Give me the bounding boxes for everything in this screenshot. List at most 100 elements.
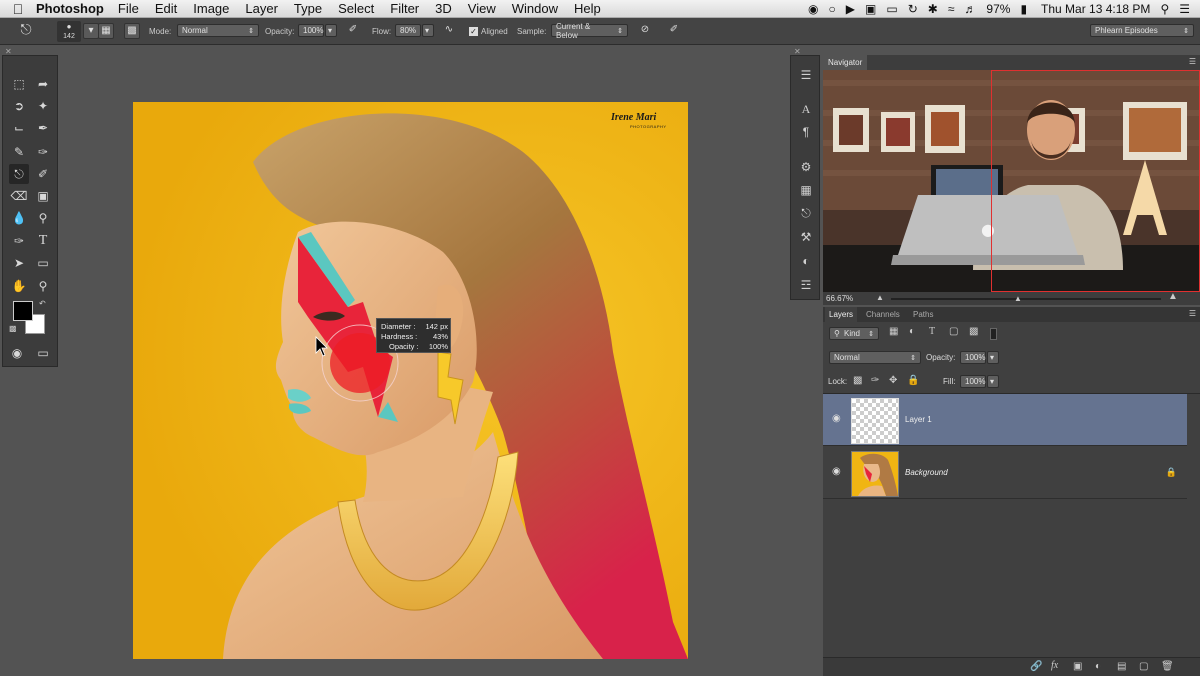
properties-panel-icon[interactable]: ☲ (796, 276, 816, 294)
default-colors-icon[interactable]: ▩ (9, 324, 17, 333)
bluetooth-icon[interactable]: ✱ (928, 2, 938, 16)
lock-position-icon[interactable]: ✥ (889, 375, 897, 386)
dodge-tool-icon[interactable]: ⚲ (33, 208, 53, 228)
camera-icon[interactable]: ▣ (865, 2, 876, 16)
blur-tool-icon[interactable]: 💧 (9, 208, 29, 228)
layer-row-layer-1[interactable]: ◉ Layer 1 (823, 394, 1187, 446)
zoom-in-icon[interactable]: ▲ (1168, 291, 1178, 302)
lock-transparent-icon[interactable]: ▩ (853, 375, 862, 386)
rectangle-tool-icon[interactable]: ▭ (33, 253, 53, 273)
opacity-input[interactable]: 100% (298, 24, 324, 37)
notification-center-icon[interactable]: ☰ (1179, 2, 1190, 16)
tool-presets-panel-icon[interactable]: ⚒ (796, 228, 816, 246)
screen-record-icon[interactable]: ▶ (846, 2, 855, 16)
airplay-icon[interactable]: ▭ (886, 2, 897, 16)
creative-cloud-icon[interactable]: ○ (829, 2, 836, 16)
filter-toggle-switch[interactable] (990, 328, 997, 340)
aligned-checkbox[interactable]: ✓ Aligned (469, 24, 508, 39)
battery-percent[interactable]: 97% (986, 2, 1010, 16)
battery-icon[interactable]: ▮ (1020, 2, 1027, 16)
swatches-panel-icon[interactable]: ▦ (796, 181, 816, 199)
toggle-clone-source-panel-icon[interactable]: ▩ (124, 23, 140, 39)
history-brush-tool-icon[interactable]: ✐ (33, 164, 53, 184)
filter-adjustment-icon[interactable]: ◐ (909, 326, 915, 337)
menu-file[interactable]: File (118, 1, 139, 16)
clock[interactable]: Thu Mar 13 4:18 PM (1041, 2, 1150, 16)
layer-name[interactable]: Background (905, 468, 948, 477)
visibility-eye-icon[interactable]: ◉ (832, 413, 841, 424)
zoom-slider-thumb[interactable]: ▲ (1014, 294, 1022, 303)
zoom-tool-icon[interactable]: ⚲ (33, 276, 53, 296)
new-adjustment-layer-icon[interactable]: ◐ (1095, 661, 1101, 672)
link-layers-icon[interactable]: 🔗 (1030, 661, 1042, 672)
airbrush-icon[interactable]: ∿ (441, 23, 457, 39)
zoom-out-icon[interactable]: ▲ (876, 293, 884, 302)
screen-mode-icon[interactable]: ▭ (33, 343, 53, 363)
swap-colors-icon[interactable]: ↶ (39, 299, 46, 308)
pressure-opacity-icon[interactable]: ✐ (345, 23, 361, 39)
layer-style-icon[interactable]: fx (1051, 660, 1058, 671)
time-machine-icon[interactable]: ↻ (908, 2, 918, 16)
document-canvas[interactable]: Irene Mari PHOTOGRAPHY (133, 102, 688, 659)
navigator-tab[interactable]: Navigator (823, 55, 868, 70)
new-layer-icon[interactable]: ▢ (1139, 661, 1148, 672)
move-tool-icon[interactable]: ➦ (33, 74, 53, 94)
menu-filter[interactable]: Filter (390, 1, 419, 16)
brush-picker-dropdown-icon[interactable]: ▾ (83, 23, 99, 39)
opacity-dropdown[interactable]: ▾ (325, 24, 337, 37)
quick-mask-icon[interactable]: ◉ (7, 343, 27, 363)
spotlight-search-icon[interactable]: ⚲ (1160, 2, 1169, 16)
menu-select[interactable]: Select (338, 1, 374, 16)
workspace-switcher[interactable]: Phlearn Episodes ⇕ (1090, 24, 1194, 37)
path-selection-tool-icon[interactable]: ➤ (9, 253, 29, 273)
layer-filter-kind-select[interactable]: ⚲ Kind ⇕ (829, 327, 879, 340)
tab-paths[interactable]: Paths (909, 307, 937, 322)
adjustments-panel-icon[interactable]: ◐ (796, 252, 816, 270)
magic-wand-tool-icon[interactable]: ✦ (33, 96, 53, 116)
type-tool-icon[interactable]: T (33, 231, 53, 251)
clone-source-panel-icon[interactable]: ⎋ (796, 204, 816, 222)
panel-menu-icon[interactable]: ☰ (1189, 57, 1196, 66)
lock-all-icon[interactable]: 🔒 (907, 375, 919, 386)
filter-type-icon[interactable]: T (929, 326, 935, 337)
layer-blend-mode-select[interactable]: Normal ⇕ (829, 351, 921, 364)
tab-layers[interactable]: Layers (825, 307, 858, 322)
navigator-view-box[interactable] (991, 70, 1200, 292)
menu-help[interactable]: Help (574, 1, 601, 16)
eyedropper-tool-icon[interactable]: ✒ (33, 118, 53, 138)
layer-opacity-input[interactable]: 100% (960, 351, 986, 364)
navigator-zoom-value[interactable]: 66.67% (826, 294, 853, 303)
menu-window[interactable]: Window (512, 1, 558, 16)
crop-tool-icon[interactable]: ⌙ (9, 118, 29, 138)
lock-image-icon[interactable]: ✑ (871, 375, 879, 386)
menu-image[interactable]: Image (193, 1, 229, 16)
fill-dropdown[interactable]: ▾ (987, 375, 999, 388)
flow-input[interactable]: 80% (395, 24, 421, 37)
menu-edit[interactable]: Edit (155, 1, 177, 16)
filter-pixel-icon[interactable]: ▦ (889, 326, 898, 337)
navigator-preview[interactable]: ● (823, 70, 1200, 292)
toggle-brush-panel-icon[interactable]: ▦ (98, 23, 114, 39)
character-panel-icon[interactable]: A (796, 100, 816, 118)
pressure-size-icon[interactable]: ✐ (666, 23, 682, 39)
history-panel-icon[interactable]: ☰ (796, 66, 816, 84)
app-menu-photoshop[interactable]: Photoshop (36, 1, 104, 16)
hand-tool-icon[interactable]: ✋ (9, 276, 29, 296)
add-mask-icon[interactable]: ▣ (1073, 661, 1082, 672)
brush-tool-icon[interactable]: ✑ (33, 142, 53, 162)
menu-view[interactable]: View (468, 1, 496, 16)
pen-tool-icon[interactable]: ✑ (9, 231, 29, 251)
evernote-icon[interactable]: ◉ (808, 2, 818, 16)
gradient-tool-icon[interactable]: ▣ (33, 186, 53, 206)
layers-panel-menu-icon[interactable]: ☰ (1189, 309, 1196, 318)
delete-layer-icon[interactable]: 🗑 (1161, 661, 1174, 672)
spot-healing-brush-tool-icon[interactable]: ✎ (9, 142, 29, 162)
rectangular-marquee-tool-icon[interactable]: ⬚ (9, 74, 29, 94)
clone-stamp-tool-preset-icon[interactable]: ⎋ (16, 22, 36, 40)
eraser-tool-icon[interactable]: ⌫ (9, 186, 29, 206)
brush-size-picker[interactable]: ● 142 (57, 21, 81, 42)
new-group-icon[interactable]: ▤ (1117, 661, 1126, 672)
layer-name[interactable]: Layer 1 (905, 415, 932, 424)
wifi-icon[interactable]: ≈ (948, 2, 955, 16)
tab-channels[interactable]: Channels (862, 307, 904, 322)
